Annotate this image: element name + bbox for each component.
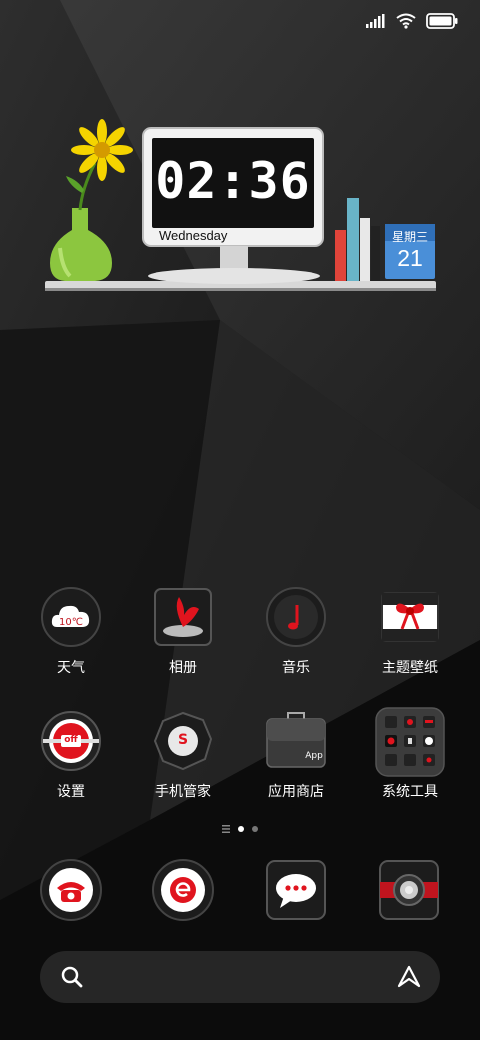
app-label: 手机管家 bbox=[155, 784, 211, 800]
wifi-icon bbox=[396, 13, 416, 29]
clock-day: Wednesday bbox=[159, 228, 228, 243]
weather-temperature: 10℃ bbox=[59, 617, 83, 628]
app-music[interactable]: 音乐 bbox=[241, 587, 351, 697]
app-weather[interactable]: 10℃ 天气 bbox=[16, 587, 126, 697]
app-label: 设置 bbox=[57, 784, 85, 800]
calendar-weekday: 星期三 bbox=[391, 230, 428, 244]
themes-icon bbox=[381, 592, 439, 642]
phone-icon[interactable] bbox=[39, 858, 103, 922]
gallery-icon bbox=[154, 588, 212, 646]
page-indicator[interactable] bbox=[0, 822, 480, 836]
app-security[interactable]: S 手机管家 bbox=[128, 711, 238, 821]
app-store-badge: App bbox=[305, 751, 323, 761]
search-icon[interactable] bbox=[60, 965, 84, 989]
calendar-date: 21 bbox=[397, 245, 423, 271]
clock-time: 02:36 bbox=[155, 152, 311, 210]
tools-folder-icon bbox=[375, 707, 445, 777]
page-dot-active bbox=[238, 826, 244, 832]
app-label: 系统工具 bbox=[382, 784, 438, 800]
app-label: 音乐 bbox=[282, 660, 310, 676]
app-label: 天气 bbox=[57, 660, 85, 676]
settings-badge: off bbox=[64, 735, 78, 745]
page-dot bbox=[252, 826, 258, 832]
battery-icon bbox=[426, 13, 458, 29]
security-badge: S bbox=[177, 732, 189, 748]
app-gallery[interactable]: 相册 bbox=[128, 587, 238, 697]
app-label: 相册 bbox=[169, 660, 197, 676]
app-store[interactable]: App 应用商店 bbox=[241, 711, 351, 821]
search-bar[interactable] bbox=[40, 951, 440, 1003]
status-bar bbox=[366, 10, 458, 32]
app-settings[interactable]: off 设置 bbox=[16, 711, 126, 821]
app-store-icon bbox=[266, 712, 326, 768]
app-label: 主题壁纸 bbox=[382, 660, 438, 676]
browser-icon[interactable] bbox=[151, 858, 215, 922]
camera-icon[interactable] bbox=[377, 858, 441, 922]
folder-system-tools[interactable]: 系统工具 bbox=[355, 707, 465, 821]
signal-icon bbox=[366, 14, 385, 28]
messages-icon[interactable] bbox=[264, 858, 328, 922]
assistant-icon[interactable] bbox=[396, 964, 422, 990]
music-icon bbox=[266, 587, 326, 647]
menu-lines-icon bbox=[222, 825, 230, 833]
app-themes[interactable]: 主题壁纸 bbox=[355, 587, 465, 697]
app-label: 应用商店 bbox=[268, 784, 324, 800]
